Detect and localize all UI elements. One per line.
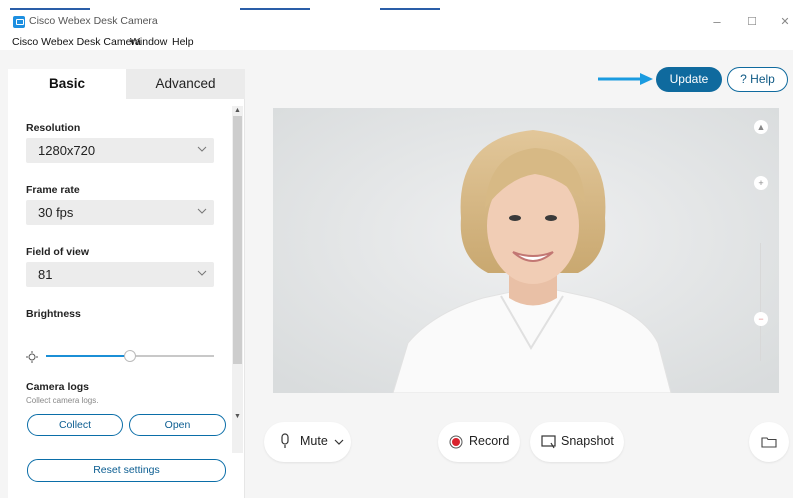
- menu-help[interactable]: Help: [172, 36, 194, 48]
- scroll-thumb[interactable]: [233, 116, 242, 364]
- resolution-label: Resolution: [26, 122, 81, 134]
- collect-button[interactable]: Collect: [27, 414, 123, 436]
- brightness-slider-fill: [46, 355, 130, 357]
- help-button[interactable]: ? Help: [727, 67, 788, 92]
- chevron-down-icon: [334, 439, 344, 445]
- tab-bar: Basic Advanced: [8, 69, 245, 99]
- camera-logs-description: Collect camera logs.: [26, 396, 99, 405]
- camera-logs-title: Camera logs: [26, 381, 90, 393]
- record-label: Record: [469, 434, 510, 448]
- chevron-down-icon: [197, 208, 207, 214]
- scroll-down-icon[interactable]: ▼: [232, 412, 243, 422]
- reset-settings-button[interactable]: Reset settings: [27, 459, 226, 482]
- tab-advanced[interactable]: Advanced: [126, 69, 245, 99]
- zoom-up-icon[interactable]: ▲: [754, 120, 768, 134]
- chevron-down-icon: [197, 146, 207, 152]
- frame-rate-label: Frame rate: [26, 184, 80, 196]
- chevron-down-icon: [197, 270, 207, 276]
- menu-bar: Cisco Webex Desk Camera Window Help: [0, 33, 793, 50]
- app-icon: [13, 16, 25, 28]
- tab-basic[interactable]: Basic: [8, 69, 126, 99]
- resolution-select[interactable]: 1280x720: [26, 138, 214, 163]
- menu-window[interactable]: Window: [130, 36, 167, 48]
- window-top-edge: [0, 0, 793, 11]
- zoom-out-icon[interactable]: −: [754, 312, 768, 326]
- record-icon: [449, 435, 463, 449]
- resolution-value: 1280x720: [38, 143, 96, 158]
- brightness-icon: [26, 351, 38, 363]
- arrow-right-icon: [598, 73, 653, 85]
- camera-preview: [273, 108, 779, 393]
- snapshot-button[interactable]: Snapshot: [530, 422, 624, 462]
- field-of-view-value: 81: [38, 267, 53, 282]
- mute-label: Mute: [300, 434, 328, 448]
- brightness-slider[interactable]: [46, 350, 214, 362]
- maximize-button[interactable]: ☐: [737, 13, 767, 31]
- close-button[interactable]: ✕: [770, 13, 793, 31]
- person-video-image: [273, 108, 779, 393]
- zoom-slider[interactable]: [760, 243, 761, 361]
- record-button[interactable]: Record: [438, 422, 520, 462]
- minimize-button[interactable]: –: [702, 13, 732, 31]
- field-of-view-label: Field of view: [26, 246, 90, 258]
- open-folder-button[interactable]: [749, 422, 789, 462]
- zoom-in-icon[interactable]: +: [754, 176, 768, 190]
- title-bar: Cisco Webex Desk Camera – ☐ ✕: [0, 11, 793, 33]
- mute-button[interactable]: Mute: [264, 422, 351, 462]
- snapshot-label: Snapshot: [561, 434, 614, 448]
- frame-rate-value: 30 fps: [38, 205, 74, 220]
- snapshot-icon: [541, 435, 556, 449]
- frame-rate-select[interactable]: 30 fps: [26, 200, 214, 225]
- open-button[interactable]: Open: [129, 414, 226, 436]
- settings-panel: Basic Advanced ▲ ▼ Resolution 1280x720 F…: [8, 69, 245, 498]
- settings-scrollbar[interactable]: ▲ ▼: [232, 106, 243, 453]
- folder-icon: [761, 437, 777, 448]
- microphone-icon: [281, 433, 289, 448]
- scroll-up-icon[interactable]: ▲: [232, 106, 243, 116]
- update-button[interactable]: Update: [656, 67, 722, 92]
- window-title: Cisco Webex Desk Camera: [29, 15, 158, 27]
- brightness-label: Brightness: [26, 308, 81, 320]
- menu-app[interactable]: Cisco Webex Desk Camera: [12, 36, 141, 48]
- main-content: Basic Advanced ▲ ▼ Resolution 1280x720 F…: [0, 50, 793, 498]
- brightness-slider-handle[interactable]: [124, 350, 136, 362]
- field-of-view-select[interactable]: 81: [26, 262, 214, 287]
